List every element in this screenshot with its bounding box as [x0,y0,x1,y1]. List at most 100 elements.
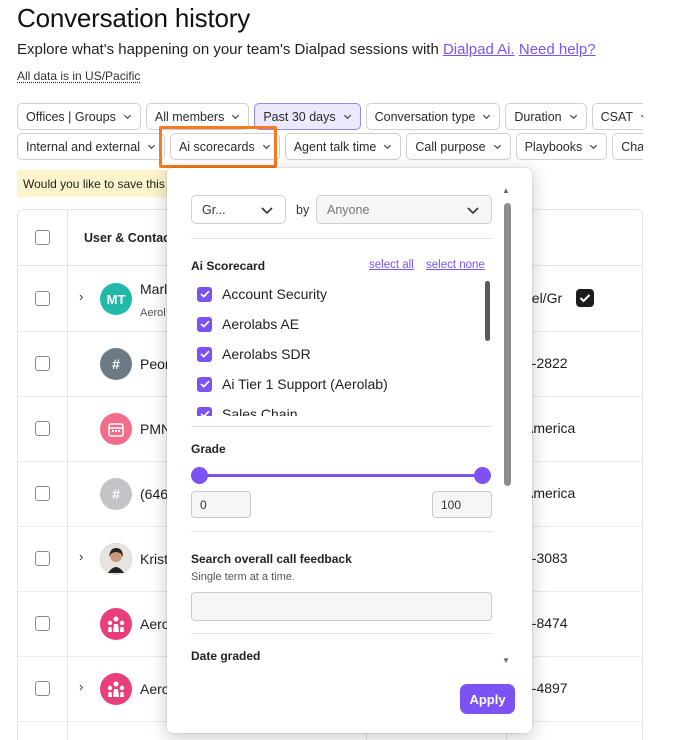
row-checkbox[interactable] [35,551,50,566]
user-photo [100,543,132,575]
chevron-down-icon [147,144,156,150]
chevron-down-icon [123,114,131,120]
row-checkbox[interactable] [35,486,50,501]
anyone-select-value: Anyone [327,202,370,217]
apply-button[interactable]: Apply [460,684,515,714]
contact-name[interactable]: Aero [140,616,170,632]
filter-chip-call-purpose[interactable]: Call purpose [406,133,511,160]
panel-scrollbar[interactable] [504,203,511,486]
group-select-value: Gr... [202,202,226,217]
chevron-down-icon [590,144,598,150]
avatar-initials: MT [106,291,126,307]
need-help-link[interactable]: Need help? [519,41,596,58]
scroll-down-icon[interactable]: ▼ [502,656,510,665]
scroll-up-icon[interactable]: ▲ [502,186,510,195]
grade-title: Grade [191,442,226,456]
feedback-search-input[interactable] [191,592,492,621]
scorecard-label: Aerolabs AE [222,316,300,332]
scorecard-label: Aerolabs SDR [222,346,311,362]
chevron-right-icon[interactable]: › [79,679,83,694]
grade-min-handle[interactable] [191,467,208,484]
hash-icon: # [112,486,120,502]
hash-icon: # [112,356,120,372]
select-none-link[interactable]: select none [426,259,485,271]
team-icon [107,616,125,632]
chevron-right-icon[interactable]: › [79,549,83,564]
filter-chip-offices-groups[interactable]: Offices | Groups [17,103,141,130]
dialpad-ai-link[interactable]: Dialpad Ai. [443,41,515,58]
filter-chip-duration[interactable]: Duration [505,103,587,130]
contact-name[interactable]: Marl [140,281,167,297]
scorecard-option[interactable]: Sales Chain [197,402,298,416]
filter-chip-label: Duration [514,109,562,124]
timezone-note[interactable]: All data is in US/Pacific [17,69,140,83]
filter-chip-agent-talk-time[interactable]: Agent talk time [284,133,402,160]
ai-scorecard-title: Ai Scorecard [191,259,266,273]
scorecard-label: Sales Chain [222,406,298,416]
chevron-right-icon[interactable]: › [79,289,83,304]
checkbox-checked-icon[interactable] [197,376,212,392]
avatar: # [100,478,132,510]
check-icon [576,289,594,307]
page-subtitle: Explore what's happening on your team's … [17,41,596,58]
scorecard-label: Account Security [222,286,328,302]
filter-chip-all-members[interactable]: All members [145,103,250,130]
contact-name[interactable]: (646 [140,486,168,502]
grade-slider-track[interactable] [200,474,483,477]
filter-chip-label: Ai scorecards [178,139,255,154]
contact-name[interactable]: Aero [140,681,170,697]
team-icon [107,681,125,697]
avatar: # [100,348,132,380]
date-graded-title: Date graded [191,649,261,663]
scorecard-list-scrollbar[interactable] [485,281,490,341]
scorecard-option[interactable]: Aerolabs SDR [197,342,311,366]
grade-max-input[interactable]: 100 [432,491,492,518]
chevron-down-icon [261,207,273,215]
contact-name[interactable]: Peor [140,356,170,372]
chevron-down-icon [467,207,479,215]
chevron-down-icon [232,114,240,120]
scorecard-option[interactable]: Account Security [197,282,327,306]
avatar [100,608,132,640]
calendar-icon [108,423,124,437]
filter-chip-internal-and-external[interactable]: Internal and external [17,133,165,160]
filter-chip-conversation-type[interactable]: Conversation type [365,103,501,130]
scorecard-label: Ai Tier 1 Support (Aerolab) [222,376,388,392]
row-checkbox[interactable] [35,356,50,371]
checkbox-checked-icon[interactable] [197,346,212,362]
select-all-link[interactable]: select all [369,259,414,271]
chevron-down-icon [262,144,270,150]
scorecard-option[interactable]: Ai Tier 1 Support (Aerolab) [197,372,388,396]
filter-chip-channe[interactable]: Channe [612,133,643,160]
grade-max-handle[interactable] [474,467,491,484]
chevron-down-icon [483,114,491,120]
by-label: by [296,203,310,217]
filter-chip-label: Agent talk time [293,139,377,154]
ai-scorecards-panel: ▲ ▼ Gr... by Anyone Ai Scorecard select … [167,168,532,733]
row-checkbox[interactable] [35,616,50,631]
chevron-down-icon [384,144,392,150]
grade-min-input[interactable]: 0 [191,491,251,518]
scorecard-option[interactable]: Aerolabs AE [197,312,299,336]
filter-chip-csat[interactable]: CSAT [591,103,643,130]
row-checkbox[interactable] [35,291,50,306]
column-header-user: User & Contact [84,231,175,245]
feedback-title: Search overall call feedback [191,552,352,566]
contact-name[interactable]: Krist [140,551,168,567]
checkbox-checked-icon[interactable] [197,286,212,302]
filter-chip-ai-scorecards[interactable]: Ai scorecards [169,133,280,160]
filter-chip-label: CSAT [600,109,634,124]
checkbox-checked-icon[interactable] [197,316,212,332]
group-select[interactable]: Gr... [191,195,286,224]
filter-chip-label: Playbooks [524,139,583,154]
select-all-checkbox[interactable] [35,230,50,245]
chevron-down-icon [493,144,501,150]
row-checkbox[interactable] [35,421,50,436]
checkbox-checked-icon[interactable] [197,406,212,416]
contact-sub: Aerol [140,307,166,319]
row-checkbox[interactable] [35,681,50,696]
filter-chip-past-30-days[interactable]: Past 30 days [254,103,361,130]
filter-chip-playbooks[interactable]: Playbooks [515,133,608,160]
filter-chip-label: All members [154,109,225,124]
anyone-select[interactable]: Anyone [316,195,492,224]
